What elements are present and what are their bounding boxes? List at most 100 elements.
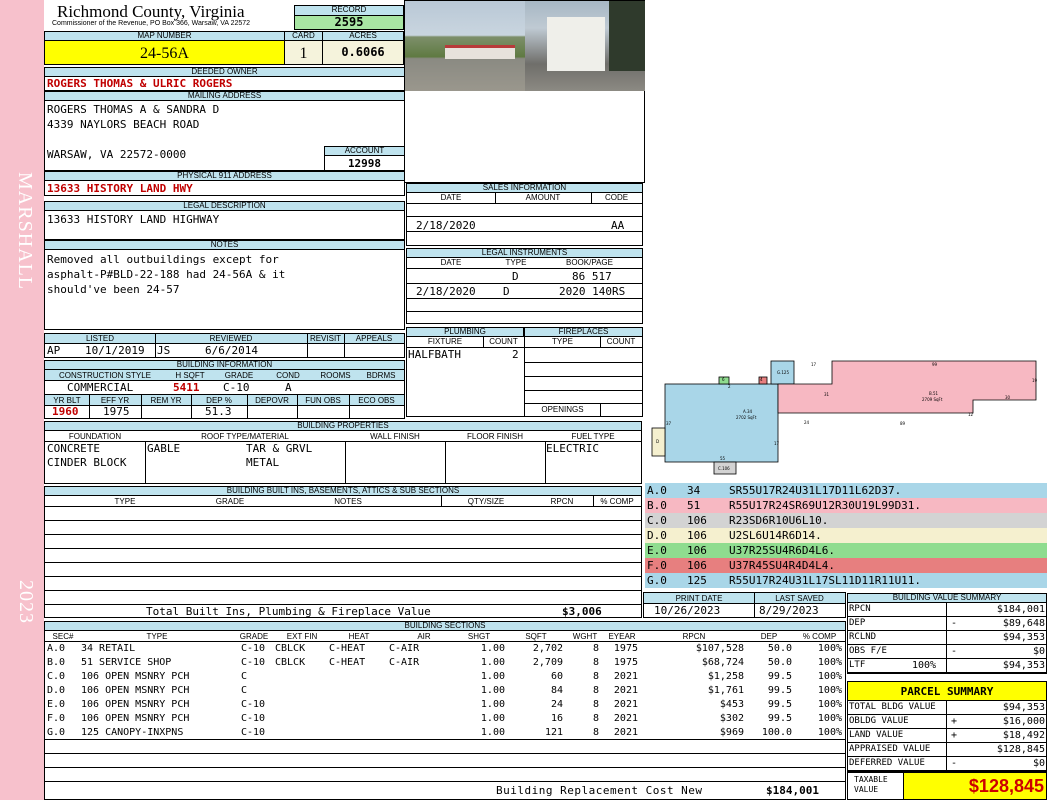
summary-key: RPCN	[849, 604, 871, 614]
sketch-label-c: C.106	[718, 466, 730, 471]
summary-key: OBS F/E	[849, 646, 887, 656]
bi-yrblt: 1960	[52, 405, 79, 418]
parcel-summary-title: PARCEL SUMMARY	[900, 685, 994, 698]
section-cell-sec: E.0	[47, 699, 66, 710]
section-cell-shgt: 1.00	[480, 643, 505, 654]
sales-col-code: CODE	[604, 193, 629, 202]
sales-date-1: 2/18/2020	[416, 219, 476, 232]
legend-id-c: C.0	[647, 514, 667, 527]
dates-box: PRINT DATE LAST SAVED 10/26/2023 8/29/20…	[643, 592, 846, 618]
prop-col-roof: ROOF TYPE/MATERIAL	[201, 432, 289, 441]
building-sketch: A.34 2702 SqFt B.51 2709 SqFt G.125 C.10…	[648, 350, 1043, 480]
section-cell-comp: 100%	[817, 671, 842, 682]
sketch-dim-8: 30	[1005, 395, 1011, 400]
sections-box: SEC# TYPE GRADE EXT FIN HEAT AIR SHGT SQ…	[44, 630, 846, 800]
sketch-area-b: 2709 SqFt	[922, 397, 943, 402]
plumb-col-count: COUNT	[489, 337, 518, 346]
li-book-1: 86 517	[572, 270, 612, 283]
section-cell-sec: A.0	[47, 643, 66, 654]
physical-address: 13633 HISTORY LAND HWY	[47, 182, 193, 195]
sketch-label-d: D	[656, 439, 659, 444]
section-cell-comp: 100%	[817, 727, 842, 738]
bi-col-rooms: ROOMS	[320, 371, 351, 380]
legend-id-b: B.0	[647, 499, 667, 512]
section-cell-eyear: 1975	[613, 643, 638, 654]
section-cell-wght: 8	[592, 685, 599, 696]
sketch-dim-1: 17	[811, 362, 817, 367]
deeded-owner: ROGERS THOMAS & ULRIC ROGERS	[47, 77, 233, 90]
legend-row-g: G.0 125 R55U17R24U31L17SL11D11R11U11.	[645, 573, 1047, 588]
builtins-total-label: Total Built Ins, Plumbing & Fireplace Va…	[146, 605, 431, 618]
sketch-area-a: 2702 SqFt	[736, 415, 757, 420]
taxable-label: TAXABLE VALUE	[854, 775, 888, 794]
photo-area	[404, 0, 645, 183]
bi-col-bdrms: BDRMS	[366, 371, 396, 380]
sketch-section-b	[777, 360, 1037, 414]
sketch-dim-9: 12	[968, 412, 974, 417]
section-cell-eyear: 2021	[613, 699, 638, 710]
section-cell-air: C-AIR	[389, 657, 420, 668]
section-cell-air: C-AIR	[389, 643, 420, 654]
bi-col-grade: GRADE	[224, 371, 254, 380]
sec-col-wght: WGHT	[572, 632, 598, 641]
bin-col-rpcn: RPCN	[550, 497, 574, 506]
record-box: 2595	[294, 15, 404, 30]
legend-vec-d: U2SL6U14R6D14.	[729, 529, 822, 542]
section-cell-sqft: 121	[544, 727, 563, 738]
fp-col-count: COUNT	[606, 337, 636, 346]
section-cell-dep: 99.5	[767, 713, 792, 724]
legal-description-box: 13633 HISTORY LAND HIGHWAY	[44, 210, 405, 240]
section-cell-dep: 50.0	[767, 643, 792, 654]
summary-key: DEFERRED VALUE	[849, 758, 925, 768]
section-cell-type: 106 OPEN MSNRY PCH	[81, 699, 190, 710]
section-cell-comp: 100%	[817, 643, 842, 654]
openings-label: OPENINGS	[541, 405, 584, 414]
li-book-2: 2020 140RS	[559, 285, 626, 298]
appeals-label: APPEALS	[355, 334, 393, 343]
section-cell-sec: F.0	[47, 713, 66, 724]
reviewed-by: JS	[157, 344, 171, 357]
section-cell-grade: C-10	[241, 657, 266, 668]
listed-date: 10/1/2019	[85, 344, 145, 357]
section-cell-sec: G.0	[47, 727, 66, 738]
sketch-svg: A.34 2702 SqFt B.51 2709 SqFt G.125 C.10…	[651, 360, 1038, 475]
summary-key: APPRAISED VALUE	[849, 744, 931, 754]
roof-material-2: METAL	[246, 456, 280, 469]
reviewed-label: REVIEWED	[209, 334, 253, 343]
property-photo-1	[405, 1, 525, 91]
summary-value: $94,353	[1002, 702, 1045, 713]
sec-col-shgt: SHGT	[467, 632, 491, 641]
section-cell-eyear: 2021	[613, 713, 638, 724]
section-cell-shgt: 1.00	[480, 685, 505, 696]
section-cell-grade: C-10	[241, 727, 266, 738]
bi-col-remyr: REM YR	[150, 396, 182, 405]
summary-value: $16,000	[1002, 716, 1045, 727]
sec-col-air: AIR	[417, 632, 431, 641]
legend-vec-a: SR55U17R24U31L17D11L62D37.	[729, 484, 902, 497]
section-cell-dep: 99.5	[767, 699, 792, 710]
sketch-section-a	[664, 383, 779, 463]
section-cell-heat: C-HEAT	[329, 643, 366, 654]
legend-code-e: 106	[687, 544, 707, 557]
summary-key: TOTAL BLDG VALUE	[849, 702, 936, 712]
section-cell-sec: C.0	[47, 671, 66, 682]
section-cell-shgt: 1.00	[480, 713, 505, 724]
section-cell-rpcn: $453	[719, 699, 744, 710]
summary-value: $94,353	[1002, 632, 1045, 643]
summary-key: LAND VALUE	[849, 730, 904, 740]
section-cell-rpcn: $1,761	[707, 685, 744, 696]
bi-col-ecoobs: ECO OBS	[358, 396, 395, 405]
fireplaces-box: TYPE COUNT OPENINGS	[524, 336, 643, 417]
legend-id-e: E.0	[647, 544, 667, 557]
mailing-line-2: 4339 NAYLORS BEACH ROAD	[47, 118, 200, 131]
summary-operator: 100%	[912, 660, 937, 671]
print-date-label: PRINT DATE	[675, 594, 723, 603]
section-cell-comp: 100%	[817, 657, 842, 668]
notes-line-2: asphalt-P#BLD-22-188 had 24-56A & it	[47, 268, 286, 281]
roof-type: GABLE	[147, 442, 181, 455]
sec-col-sec: SEC#	[52, 632, 74, 641]
sales-col-date: DATE	[440, 193, 462, 202]
card-number: 1	[299, 45, 308, 62]
section-cell-sqft: 2,709	[532, 657, 563, 668]
legend-row-a: A.0 34 SR55U17R24U31L17D11L62D37.	[645, 483, 1047, 498]
